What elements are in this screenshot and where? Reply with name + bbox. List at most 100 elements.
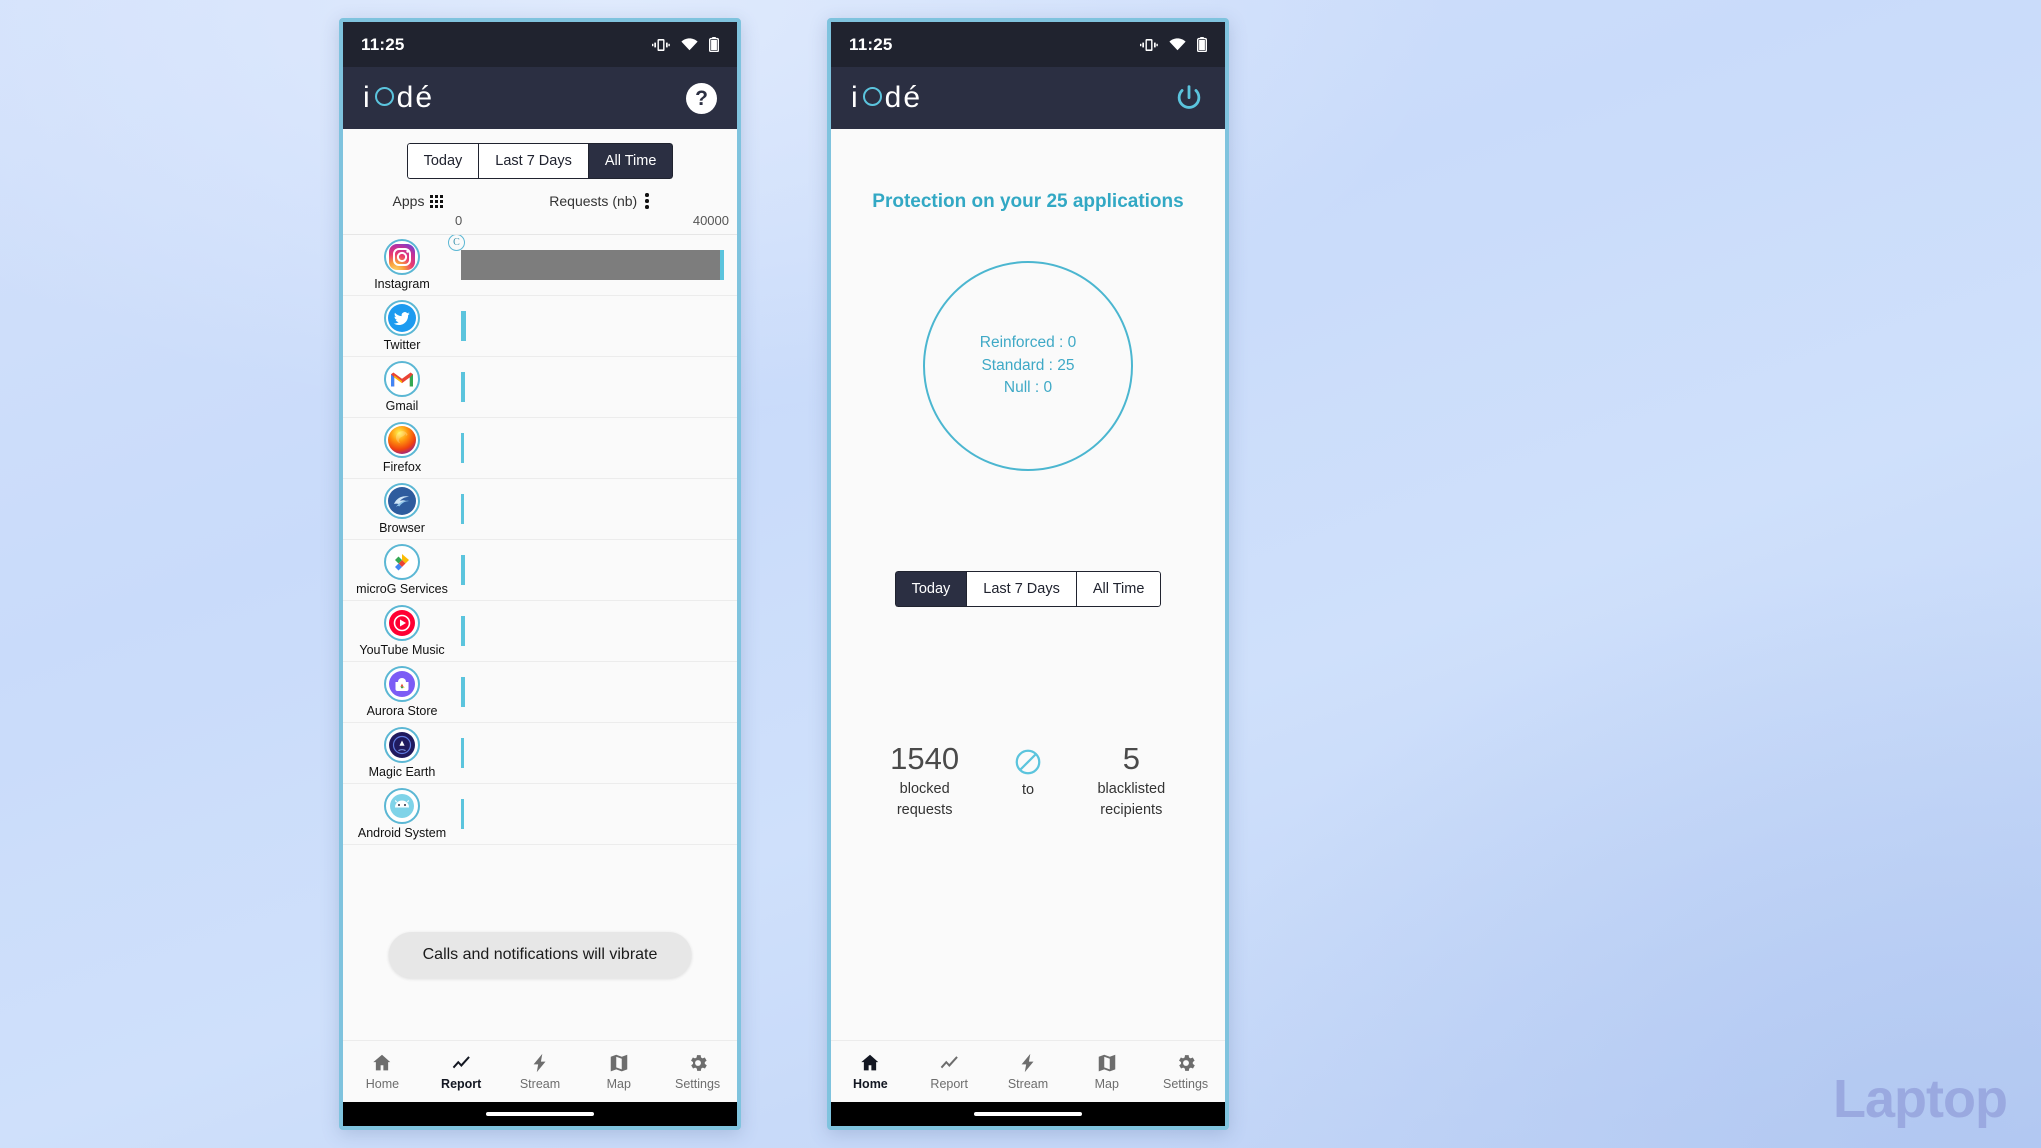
nav-label: Stream — [1007, 1077, 1049, 1091]
wifi-icon — [1169, 38, 1186, 51]
app-name: YouTube Music — [359, 643, 445, 657]
nav-item-stream[interactable]: Stream — [501, 1052, 580, 1091]
nav-item-report[interactable]: Report — [910, 1052, 989, 1091]
grid-icon[interactable] — [430, 194, 444, 208]
bottom-nav-left: Home Report Stream Map Settings — [343, 1040, 737, 1102]
nav-label: Map — [606, 1077, 631, 1091]
request-bar — [461, 250, 725, 280]
bar-cell — [461, 799, 737, 829]
request-bar — [461, 677, 465, 707]
app-name: Aurora Store — [366, 704, 438, 718]
nav-label: Map — [1094, 1077, 1119, 1091]
segment-today-right[interactable]: Today — [894, 571, 967, 607]
battery-icon — [709, 37, 719, 52]
nav-item-home[interactable]: Home — [831, 1052, 910, 1091]
vibrate-icon — [1140, 38, 1158, 52]
app-bar-left: i dé ? — [343, 67, 737, 129]
segment-alltime-right[interactable]: All Time — [1075, 571, 1162, 607]
app-cell-firefox: Firefox — [343, 422, 461, 474]
home-screen-body: Protection on your 25 applications Reinf… — [831, 129, 1225, 1040]
logo-text-pre: i — [851, 81, 860, 114]
table-row[interactable]: Magic Earth — [343, 723, 737, 784]
app-name: microG Services — [356, 582, 448, 596]
aurora-store-icon — [384, 666, 420, 702]
logo-ring-o — [862, 87, 882, 106]
table-row[interactable]: C Instagram — [343, 235, 737, 296]
blocked-requests-label-line2: requests — [896, 801, 953, 818]
blocked-requests-value: 1540 — [890, 741, 960, 776]
bar-cell — [461, 738, 737, 768]
gesture-bar-right — [831, 1102, 1225, 1126]
blacklisted-label-line2: recipients — [1100, 801, 1163, 818]
donut-standard-line: Standard : 25 — [981, 356, 1075, 374]
app-request-list[interactable]: C Instagram Twitter Gmail Firefox Browse… — [343, 235, 737, 1040]
table-row[interactable]: Gmail — [343, 357, 737, 418]
nav-item-settings[interactable]: Settings — [1146, 1052, 1225, 1091]
nav-item-map[interactable]: Map — [1067, 1052, 1146, 1091]
table-row[interactable]: Browser — [343, 479, 737, 540]
bar-cell — [461, 372, 737, 402]
request-bar — [461, 433, 464, 463]
request-bar — [461, 616, 465, 646]
kebab-menu-icon[interactable] — [645, 193, 649, 209]
report-screen-body: Today Last 7 Days All Time Apps Requests… — [343, 129, 737, 1040]
youtube-music-icon — [384, 605, 420, 641]
bar-cell — [461, 677, 737, 707]
table-row[interactable]: microG Services — [343, 540, 737, 601]
battery-icon — [1197, 37, 1207, 52]
gesture-bar-left — [343, 1102, 737, 1126]
time-range-segment-bar-left: Today Last 7 Days All Time — [343, 129, 737, 185]
nav-label: Report — [441, 1077, 482, 1091]
app-cell-instagram: C Instagram — [343, 235, 465, 291]
table-row[interactable]: Aurora Store — [343, 662, 737, 723]
app-cell-browser: Browser — [343, 483, 461, 535]
segment-last7days-left[interactable]: Last 7 Days — [478, 143, 588, 179]
nav-label: Home — [853, 1077, 888, 1091]
request-bar — [461, 738, 464, 768]
donut-null-line: Null : 0 — [1003, 379, 1053, 397]
time-range-segments-right: Today Last 7 Days All Time — [894, 571, 1162, 607]
status-bar-clock: 11:25 — [849, 34, 893, 54]
logo-text-post: dé — [396, 81, 435, 114]
protection-title: Protection on your 25 applications — [872, 191, 1184, 212]
bar-cell — [461, 616, 737, 646]
nav-label: Stream — [519, 1077, 561, 1091]
table-row[interactable]: Firefox — [343, 418, 737, 479]
nav-item-report[interactable]: Report — [422, 1052, 501, 1091]
nav-item-map[interactable]: Map — [579, 1052, 658, 1091]
help-icon[interactable]: ? — [686, 82, 717, 114]
apps-header-label: Apps — [392, 193, 425, 209]
app-name: Magic Earth — [368, 765, 436, 779]
nav-item-home[interactable]: Home — [343, 1052, 422, 1091]
status-bar-right: 11:25 — [831, 22, 1225, 67]
stat-separator-to: to — [976, 741, 1079, 798]
status-bar-icons — [652, 37, 719, 52]
request-bar — [461, 494, 464, 524]
requests-column-header: Requests (nb) — [477, 193, 721, 209]
twitter-icon — [384, 300, 420, 336]
wifi-icon — [681, 38, 698, 51]
segment-today-left[interactable]: Today — [406, 143, 479, 179]
app-cell-microg: microG Services — [343, 544, 461, 596]
bar-cell — [461, 555, 737, 585]
iode-logo: i dé — [851, 81, 922, 115]
app-name: Firefox — [382, 460, 422, 474]
cloud-badge-instagram: C — [448, 235, 465, 251]
table-row[interactable]: Android System — [343, 784, 737, 845]
nav-item-stream[interactable]: Stream — [989, 1052, 1068, 1091]
app-name: Browser — [379, 521, 425, 535]
magic-earth-icon — [384, 727, 420, 763]
app-cell-magic-earth: Magic Earth — [343, 727, 461, 779]
blacklisted-value: 5 — [1122, 741, 1140, 776]
segment-alltime-left[interactable]: All Time — [587, 143, 674, 179]
blocked-requests-label-line1: blocked — [899, 780, 950, 797]
app-cell-twitter: Twitter — [343, 300, 461, 352]
vibrate-icon — [652, 38, 670, 52]
table-row[interactable]: Twitter — [343, 296, 737, 357]
segment-last7days-right[interactable]: Last 7 Days — [966, 571, 1076, 607]
nav-label: Settings — [1163, 1077, 1209, 1091]
power-icon[interactable] — [1173, 82, 1205, 114]
nav-item-settings[interactable]: Settings — [658, 1052, 737, 1091]
request-bar — [461, 372, 465, 402]
table-row[interactable]: YouTube Music — [343, 601, 737, 662]
